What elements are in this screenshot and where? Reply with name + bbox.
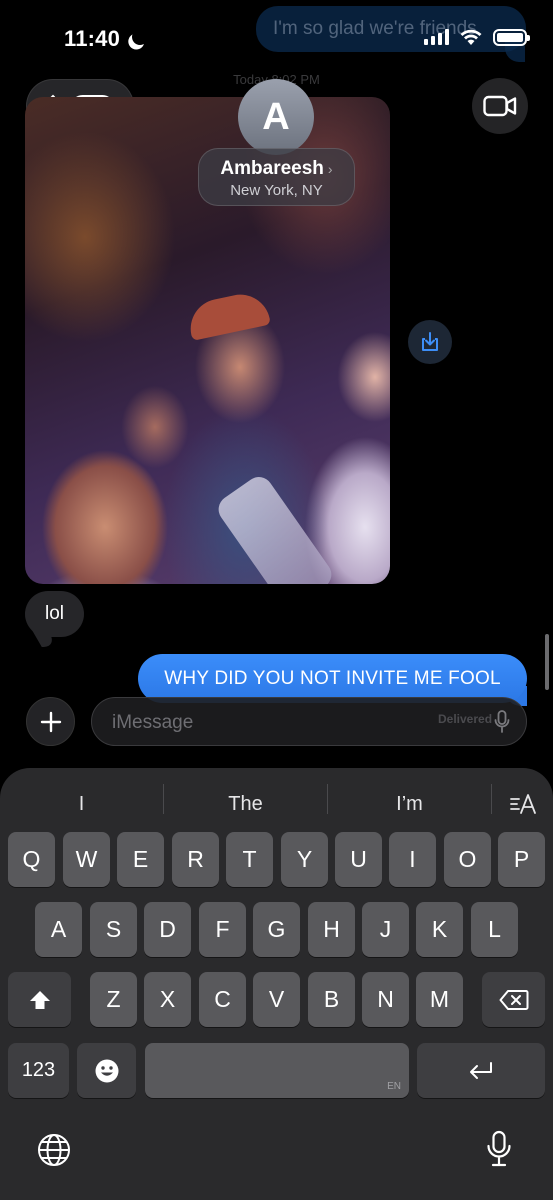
key-x[interactable]: X xyxy=(144,972,191,1027)
numbers-key[interactable]: 123 xyxy=(8,1043,69,1098)
text-format-icon[interactable] xyxy=(509,792,537,816)
incoming-message-bubble[interactable]: lol xyxy=(25,591,85,637)
dictation-microphone-icon[interactable] xyxy=(486,1130,512,1168)
wifi-icon xyxy=(460,29,482,45)
contact-avatar[interactable]: A xyxy=(238,79,314,155)
globe-icon[interactable] xyxy=(36,1132,72,1168)
delete-key[interactable] xyxy=(482,972,545,1027)
incoming-message-text: lol xyxy=(45,603,65,624)
key-l[interactable]: L xyxy=(471,902,518,957)
space-language-label: EN xyxy=(387,1081,401,1092)
backspace-icon xyxy=(499,989,528,1010)
space-bar[interactable]: EN xyxy=(145,1043,409,1098)
suggestion-3[interactable]: I’m xyxy=(328,786,491,822)
outgoing-message-text: WHY DID YOU NOT INVITE ME FOOL xyxy=(164,667,501,689)
video-camera-icon xyxy=(483,95,517,117)
key-c[interactable]: C xyxy=(199,972,246,1027)
key-z[interactable]: Z xyxy=(90,972,137,1027)
suggestion-divider xyxy=(491,784,492,814)
key-u[interactable]: U xyxy=(335,832,382,887)
plus-icon xyxy=(40,711,61,732)
keyboard: I The I’m Q W E R T Y U I O P A S D F G … xyxy=(0,768,553,1200)
contact-info-button[interactable]: Ambareesh › New York, NY xyxy=(198,148,355,206)
suggestion-2[interactable]: The xyxy=(164,786,327,822)
facetime-video-button[interactable] xyxy=(472,78,528,134)
key-d[interactable]: D xyxy=(144,902,191,957)
emoji-key[interactable] xyxy=(77,1043,136,1098)
delivered-status: Delivered xyxy=(438,712,493,726)
key-a[interactable]: A xyxy=(35,902,82,957)
key-n[interactable]: N xyxy=(362,972,409,1027)
save-photo-button[interactable] xyxy=(408,320,452,364)
chevron-right-icon: › xyxy=(327,161,333,177)
key-p[interactable]: P xyxy=(498,832,545,887)
key-r[interactable]: R xyxy=(172,832,219,887)
key-m[interactable]: M xyxy=(416,972,463,1027)
message-input-field[interactable]: Delivered xyxy=(91,697,527,747)
download-icon xyxy=(422,332,438,351)
apps-plus-button[interactable] xyxy=(26,697,75,746)
shift-key[interactable] xyxy=(8,972,71,1027)
status-time: 11:40 xyxy=(64,26,142,52)
microphone-icon[interactable] xyxy=(494,710,510,734)
key-k[interactable]: K xyxy=(416,902,463,957)
key-y[interactable]: Y xyxy=(281,832,328,887)
cellular-signal-icon xyxy=(424,29,449,45)
key-q[interactable]: Q xyxy=(8,832,55,887)
status-time-text: 11:40 xyxy=(64,26,121,51)
key-v[interactable]: V xyxy=(253,972,300,1027)
shift-arrow-icon xyxy=(29,990,50,1009)
key-f[interactable]: F xyxy=(199,902,246,957)
key-h[interactable]: H xyxy=(308,902,355,957)
key-s[interactable]: S xyxy=(90,902,137,957)
battery-icon xyxy=(493,28,530,46)
return-arrow-icon xyxy=(470,1061,492,1079)
emoji-icon xyxy=(95,1059,118,1082)
avatar-initial: A xyxy=(262,95,290,138)
key-e[interactable]: E xyxy=(117,832,164,887)
key-b[interactable]: B xyxy=(308,972,355,1027)
key-g[interactable]: G xyxy=(253,902,300,957)
key-j[interactable]: J xyxy=(362,902,409,957)
contact-name: Ambareesh xyxy=(220,158,324,179)
key-t[interactable]: T xyxy=(226,832,273,887)
photo-detail xyxy=(185,289,271,341)
key-o[interactable]: O xyxy=(444,832,491,887)
focus-moon-icon xyxy=(130,27,151,48)
suggestion-1[interactable]: I xyxy=(0,786,163,822)
return-key[interactable] xyxy=(417,1043,545,1098)
contact-location: New York, NY xyxy=(230,182,323,199)
outgoing-message-bubble[interactable]: WHY DID YOU NOT INVITE ME FOOL xyxy=(138,654,527,703)
status-icons xyxy=(424,28,530,46)
photo-detail xyxy=(213,471,337,584)
scrollbar[interactable] xyxy=(545,634,549,690)
message-input[interactable] xyxy=(110,698,484,747)
key-w[interactable]: W xyxy=(63,832,110,887)
key-i[interactable]: I xyxy=(389,832,436,887)
